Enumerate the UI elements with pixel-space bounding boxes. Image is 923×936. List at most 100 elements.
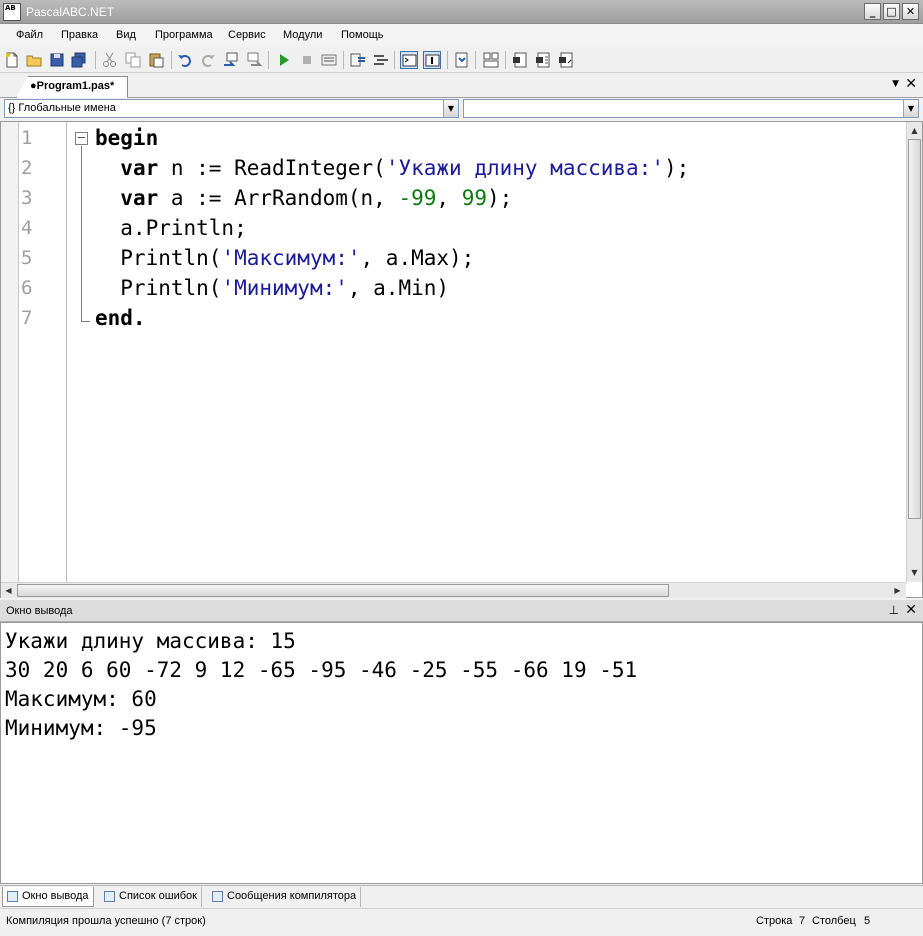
code-token: a := ArrRandom(n, bbox=[158, 186, 399, 210]
code-token: end. bbox=[95, 306, 146, 330]
open-file-icon[interactable] bbox=[25, 51, 43, 69]
code-token: -99 bbox=[398, 186, 437, 210]
comment-icon[interactable] bbox=[372, 51, 390, 69]
scope-select-value: {} Глобальные имена bbox=[8, 102, 116, 114]
module-icon[interactable] bbox=[511, 51, 529, 69]
list-icon[interactable] bbox=[534, 51, 552, 69]
breakpoint-gutter[interactable] bbox=[1, 122, 19, 582]
vertical-scroll-thumb[interactable] bbox=[908, 139, 921, 519]
find-icon[interactable] bbox=[222, 51, 240, 69]
navigation-bar: {} Глобальные имена ▼ ▼ bbox=[0, 98, 923, 120]
output-line: Максимум: 60 bbox=[5, 687, 157, 711]
status-col-label: Столбец bbox=[812, 915, 856, 927]
status-message: Компиляция прошла успешно (7 строк) bbox=[6, 915, 206, 927]
code-line[interactable]: var a := ArrRandom(n, -99, 99); bbox=[95, 182, 689, 212]
code-token: ); bbox=[663, 156, 690, 180]
code-token: begin bbox=[95, 126, 159, 150]
output-window-icon bbox=[7, 891, 18, 902]
menu-modules[interactable]: Модули bbox=[283, 29, 322, 41]
stop-icon[interactable] bbox=[298, 51, 316, 69]
step-icon[interactable] bbox=[423, 51, 441, 69]
horizontal-scroll-thumb[interactable] bbox=[17, 584, 669, 597]
scroll-down-icon[interactable]: ▼ bbox=[907, 565, 922, 580]
save-all-icon[interactable] bbox=[70, 51, 88, 69]
tab-error-list[interactable]: Список ошибок bbox=[100, 887, 202, 907]
line-number: 5 bbox=[21, 247, 33, 269]
chevron-down-icon[interactable]: ▼ bbox=[903, 100, 918, 117]
scroll-left-icon[interactable]: ◀ bbox=[1, 583, 16, 598]
bottom-panel-tabs: Окно вывода Список ошибок Сообщения комп… bbox=[0, 885, 923, 907]
maximize-button[interactable]: □ bbox=[883, 3, 900, 20]
menu-help[interactable]: Помощь bbox=[341, 29, 384, 41]
output-console[interactable]: Укажи длину массива: 15 30 20 6 60 -72 9… bbox=[0, 622, 923, 884]
scroll-up-icon[interactable]: ▲ bbox=[907, 123, 922, 138]
code-line[interactable]: Println('Минимум:', a.Min) bbox=[95, 272, 689, 302]
scroll-right-icon[interactable]: ▶ bbox=[890, 583, 905, 598]
pin-icon[interactable]: ⊥ bbox=[889, 603, 899, 617]
output-line: Минимум: -95 bbox=[5, 716, 157, 740]
redo-icon[interactable] bbox=[199, 51, 217, 69]
scope-select[interactable]: {} Глобальные имена ▼ bbox=[4, 99, 459, 118]
code-line[interactable]: end. bbox=[95, 302, 689, 332]
line-number: 4 bbox=[21, 217, 33, 239]
status-bar: Компиляция прошла успешно (7 строк) Стро… bbox=[0, 908, 923, 936]
member-select[interactable]: ▼ bbox=[463, 99, 919, 118]
line-number: 7 bbox=[21, 307, 33, 329]
tab-list-arrow-icon[interactable]: ▼ bbox=[892, 79, 899, 89]
options-icon[interactable] bbox=[482, 51, 500, 69]
code-editor[interactable]: 1 2 3 4 5 6 7 − begin var n := ReadInteger('Ук… bbox=[0, 121, 923, 598]
console-icon[interactable] bbox=[400, 51, 418, 69]
tab-compiler-messages[interactable]: Сообщения компилятора bbox=[208, 887, 362, 907]
save-icon[interactable] bbox=[48, 51, 66, 69]
output-close-icon[interactable]: ✕ bbox=[905, 602, 917, 618]
menu-edit[interactable]: Правка bbox=[61, 29, 98, 41]
debug-icon[interactable] bbox=[320, 51, 338, 69]
code-token: a.Println; bbox=[95, 216, 247, 240]
document-tab-strip: ●Program1.pas* ▼ ✕ bbox=[0, 74, 923, 98]
cut-icon[interactable] bbox=[101, 51, 119, 69]
code-token: 'Максимум:' bbox=[221, 246, 361, 270]
copy-icon[interactable] bbox=[124, 51, 142, 69]
undo-icon[interactable] bbox=[176, 51, 194, 69]
tab-close-icon[interactable]: ✕ bbox=[905, 76, 917, 92]
run-icon[interactable] bbox=[275, 51, 293, 69]
refresh-icon[interactable] bbox=[557, 51, 575, 69]
pascalabc-app-icon[interactable]: AB bbox=[3, 3, 21, 21]
code-line[interactable]: var n := ReadInteger('Укажи длину массив… bbox=[95, 152, 689, 182]
fold-toggle-icon[interactable]: − bbox=[75, 132, 88, 145]
menu-service[interactable]: Сервис bbox=[228, 29, 266, 41]
compiler-messages-icon bbox=[212, 891, 223, 902]
code-token: Println( bbox=[95, 246, 222, 270]
format-icon[interactable] bbox=[349, 51, 367, 69]
code-line[interactable]: begin bbox=[95, 122, 689, 152]
minimize-button[interactable]: _ bbox=[864, 3, 881, 20]
replace-icon[interactable] bbox=[245, 51, 263, 69]
menu-view[interactable]: Вид bbox=[116, 29, 136, 41]
line-number: 3 bbox=[21, 187, 33, 209]
compile-icon[interactable] bbox=[453, 51, 471, 69]
menu-file[interactable]: Файл bbox=[16, 29, 43, 41]
code-line[interactable]: Println('Максимум:', a.Max); bbox=[95, 242, 689, 272]
new-file-icon[interactable] bbox=[3, 51, 21, 69]
status-col-value: 5 bbox=[864, 915, 871, 927]
code-text[interactable]: begin var n := ReadInteger('Укажи длину … bbox=[95, 122, 689, 332]
chevron-down-icon[interactable]: ▼ bbox=[443, 100, 458, 117]
line-number: 2 bbox=[21, 157, 33, 179]
paste-icon[interactable] bbox=[147, 51, 165, 69]
line-numbers: 1 2 3 4 5 6 7 bbox=[21, 122, 65, 332]
code-token: var bbox=[120, 186, 159, 210]
tab-output-window[interactable]: Окно вывода bbox=[2, 887, 94, 907]
menu-program[interactable]: Программа bbox=[155, 29, 213, 41]
vertical-scrollbar[interactable]: ▲ ▼ bbox=[906, 122, 922, 582]
output-panel-header: Окно вывода ⊥ ✕ bbox=[0, 600, 923, 622]
code-token: 99 bbox=[461, 186, 487, 210]
menu-bar: Файл Правка Вид Программа Сервис Модули … bbox=[0, 24, 923, 47]
horizontal-scrollbar[interactable]: ◀ ▶ bbox=[1, 582, 906, 598]
error-list-icon bbox=[104, 891, 115, 902]
line-number: 1 bbox=[21, 127, 33, 149]
tab-program1[interactable]: ●Program1.pas* bbox=[16, 76, 128, 98]
code-line[interactable]: a.Println; bbox=[95, 212, 689, 242]
close-window-button[interactable]: ✕ bbox=[902, 3, 919, 20]
